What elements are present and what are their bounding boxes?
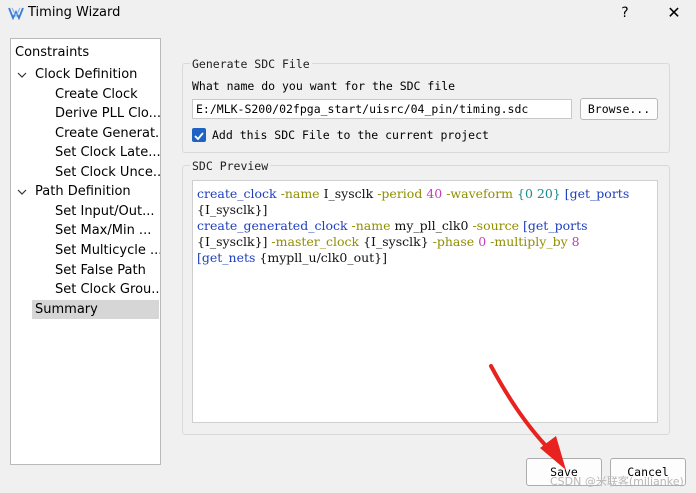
annotation-arrow-icon [489, 364, 566, 470]
watermark: CSDN @米联客(milianke) [550, 475, 684, 488]
